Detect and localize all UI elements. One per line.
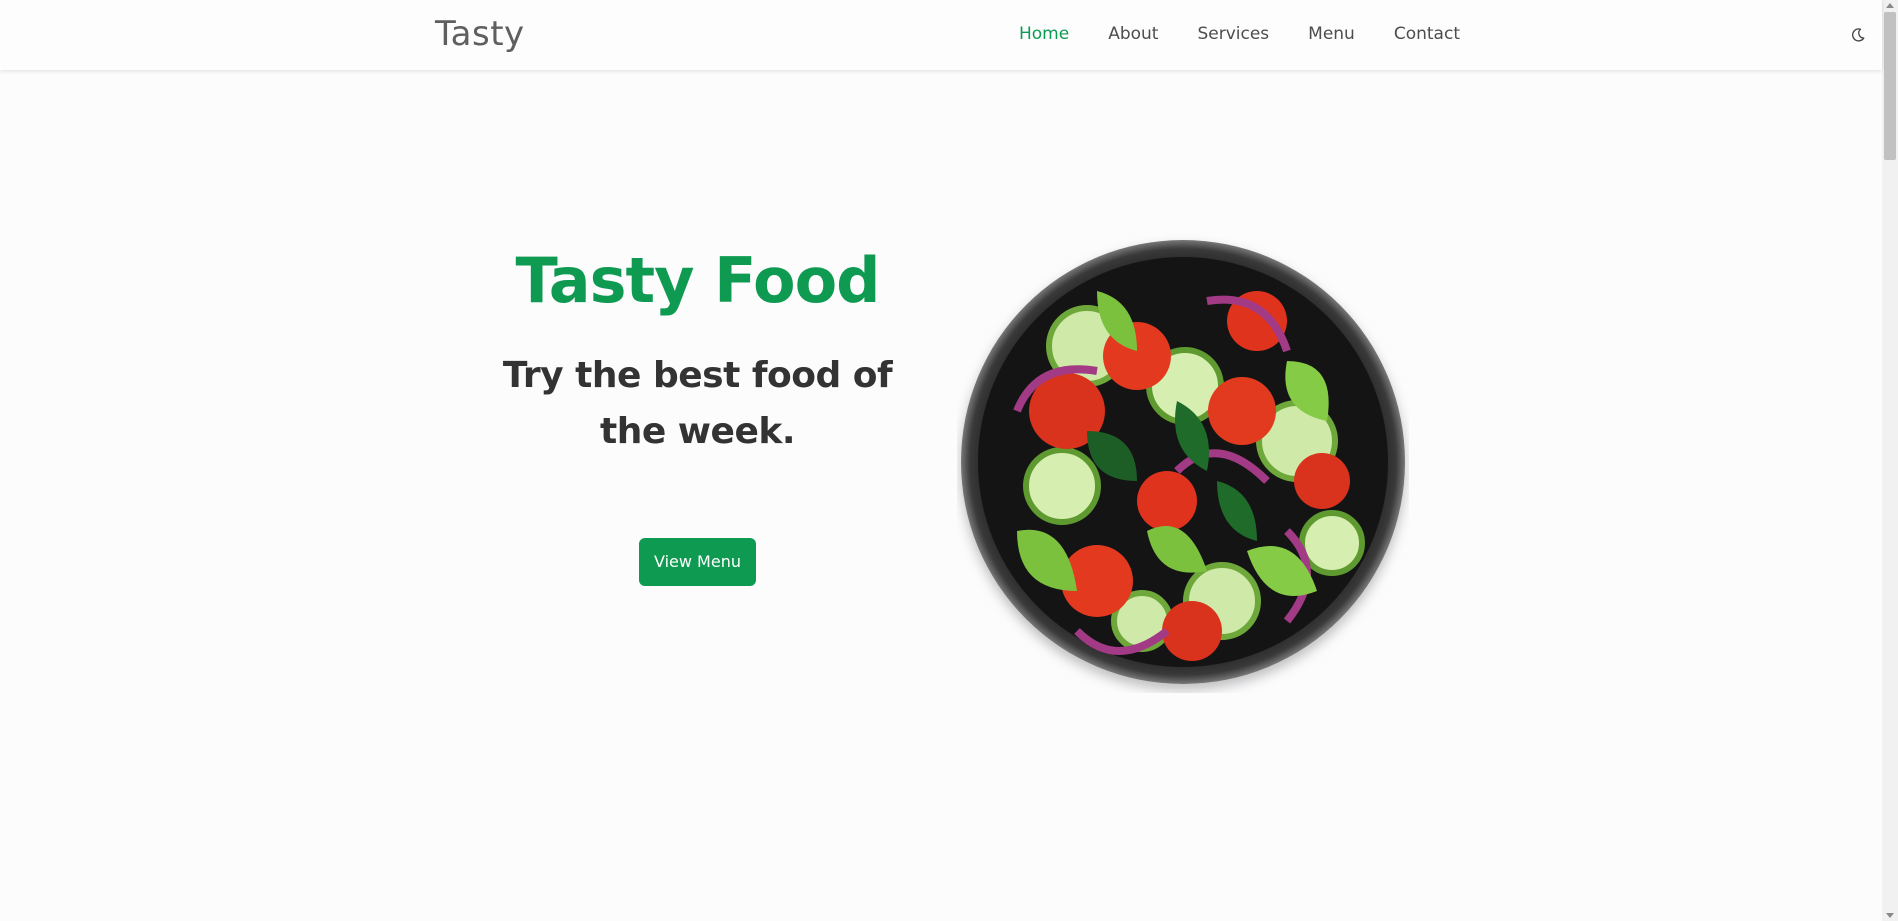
main-nav: Home About Services Menu Contact xyxy=(1019,24,1499,44)
logo[interactable]: Tasty xyxy=(435,14,525,54)
header: Tasty Home About Services Menu Contact xyxy=(0,0,1882,70)
scroll-thumb[interactable] xyxy=(1884,12,1896,160)
hero-text: Tasty Food Try the best food of the week… xyxy=(470,240,925,586)
nav-home[interactable]: Home xyxy=(1019,24,1069,44)
nav-about[interactable]: About xyxy=(1108,24,1158,44)
hero-title: Tasty Food xyxy=(515,244,880,317)
nav-menu[interactable]: Menu xyxy=(1308,24,1355,44)
view-menu-button[interactable]: View Menu xyxy=(639,538,756,586)
scroll-down-arrow-icon[interactable] xyxy=(1886,913,1894,918)
nav-services[interactable]: Services xyxy=(1197,24,1269,44)
moon-icon[interactable] xyxy=(1850,27,1866,43)
scrollbar[interactable] xyxy=(1882,0,1898,921)
nav-contact[interactable]: Contact xyxy=(1394,24,1460,44)
salad-plate-icon xyxy=(961,240,1405,684)
scroll-up-arrow-icon[interactable] xyxy=(1886,3,1894,8)
hero-subtitle: Try the best food of the week. xyxy=(502,355,893,452)
